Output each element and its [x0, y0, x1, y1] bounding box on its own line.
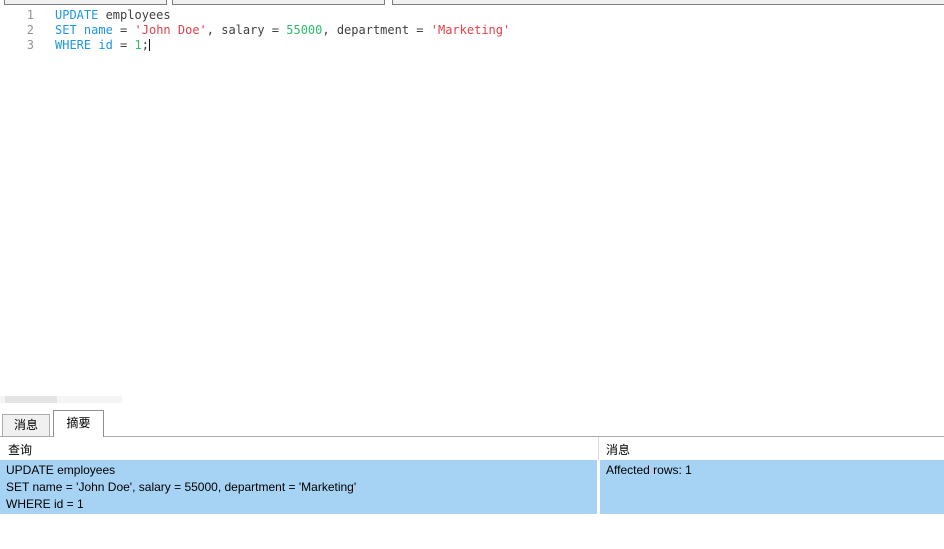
result-cell-message[interactable]: Affected rows: 1 — [600, 460, 944, 514]
code-text: UPDATE employees — [55, 8, 171, 22]
message-text: Affected rows: 1 — [606, 463, 692, 477]
line-number: 3 — [26, 38, 34, 52]
results-header-row — [0, 437, 944, 460]
column-header-query[interactable]: 查询 — [8, 441, 32, 458]
query-line: UPDATE employees — [6, 463, 116, 477]
query-line: SET name = 'John Doe', salary = 55000, d… — [6, 480, 357, 494]
code-text: SET name = 'John Doe', salary = 55000, d… — [55, 23, 511, 37]
toolbar-connection-combo[interactable] — [4, 0, 167, 5]
editor-line[interactable]: 2 SET name = 'John Doe', salary = 55000,… — [0, 23, 944, 38]
text-cursor — [148, 39, 150, 51]
line-number: 1 — [26, 8, 34, 22]
query-line: WHERE id = 1 — [6, 497, 84, 511]
column-header-message[interactable]: 消息 — [606, 441, 630, 458]
code-text: WHERE id = 1; — [55, 38, 150, 52]
scrollbar-thumb[interactable] — [5, 396, 57, 403]
horizontal-scrollbar[interactable] — [0, 396, 122, 403]
toolbar-combo[interactable] — [392, 0, 944, 5]
editor-line[interactable]: 3 WHERE id = 1; — [0, 38, 944, 53]
result-cell-query[interactable]: UPDATE employees SET name = 'John Doe', … — [0, 460, 597, 514]
toolbar-database-combo[interactable] — [172, 0, 385, 5]
column-divider[interactable] — [598, 437, 599, 460]
query-editor-window: 1 UPDATE employees 2 SET name = 'John Do… — [0, 0, 944, 549]
tab-summary[interactable]: 摘要 — [53, 410, 104, 437]
tab-messages[interactable]: 消息 — [2, 414, 50, 437]
editor-line[interactable]: 1 UPDATE employees — [0, 8, 944, 23]
line-number: 2 — [26, 23, 34, 37]
sql-editor[interactable]: 1 UPDATE employees 2 SET name = 'John Do… — [0, 6, 944, 394]
tabbar-divider — [0, 436, 944, 437]
